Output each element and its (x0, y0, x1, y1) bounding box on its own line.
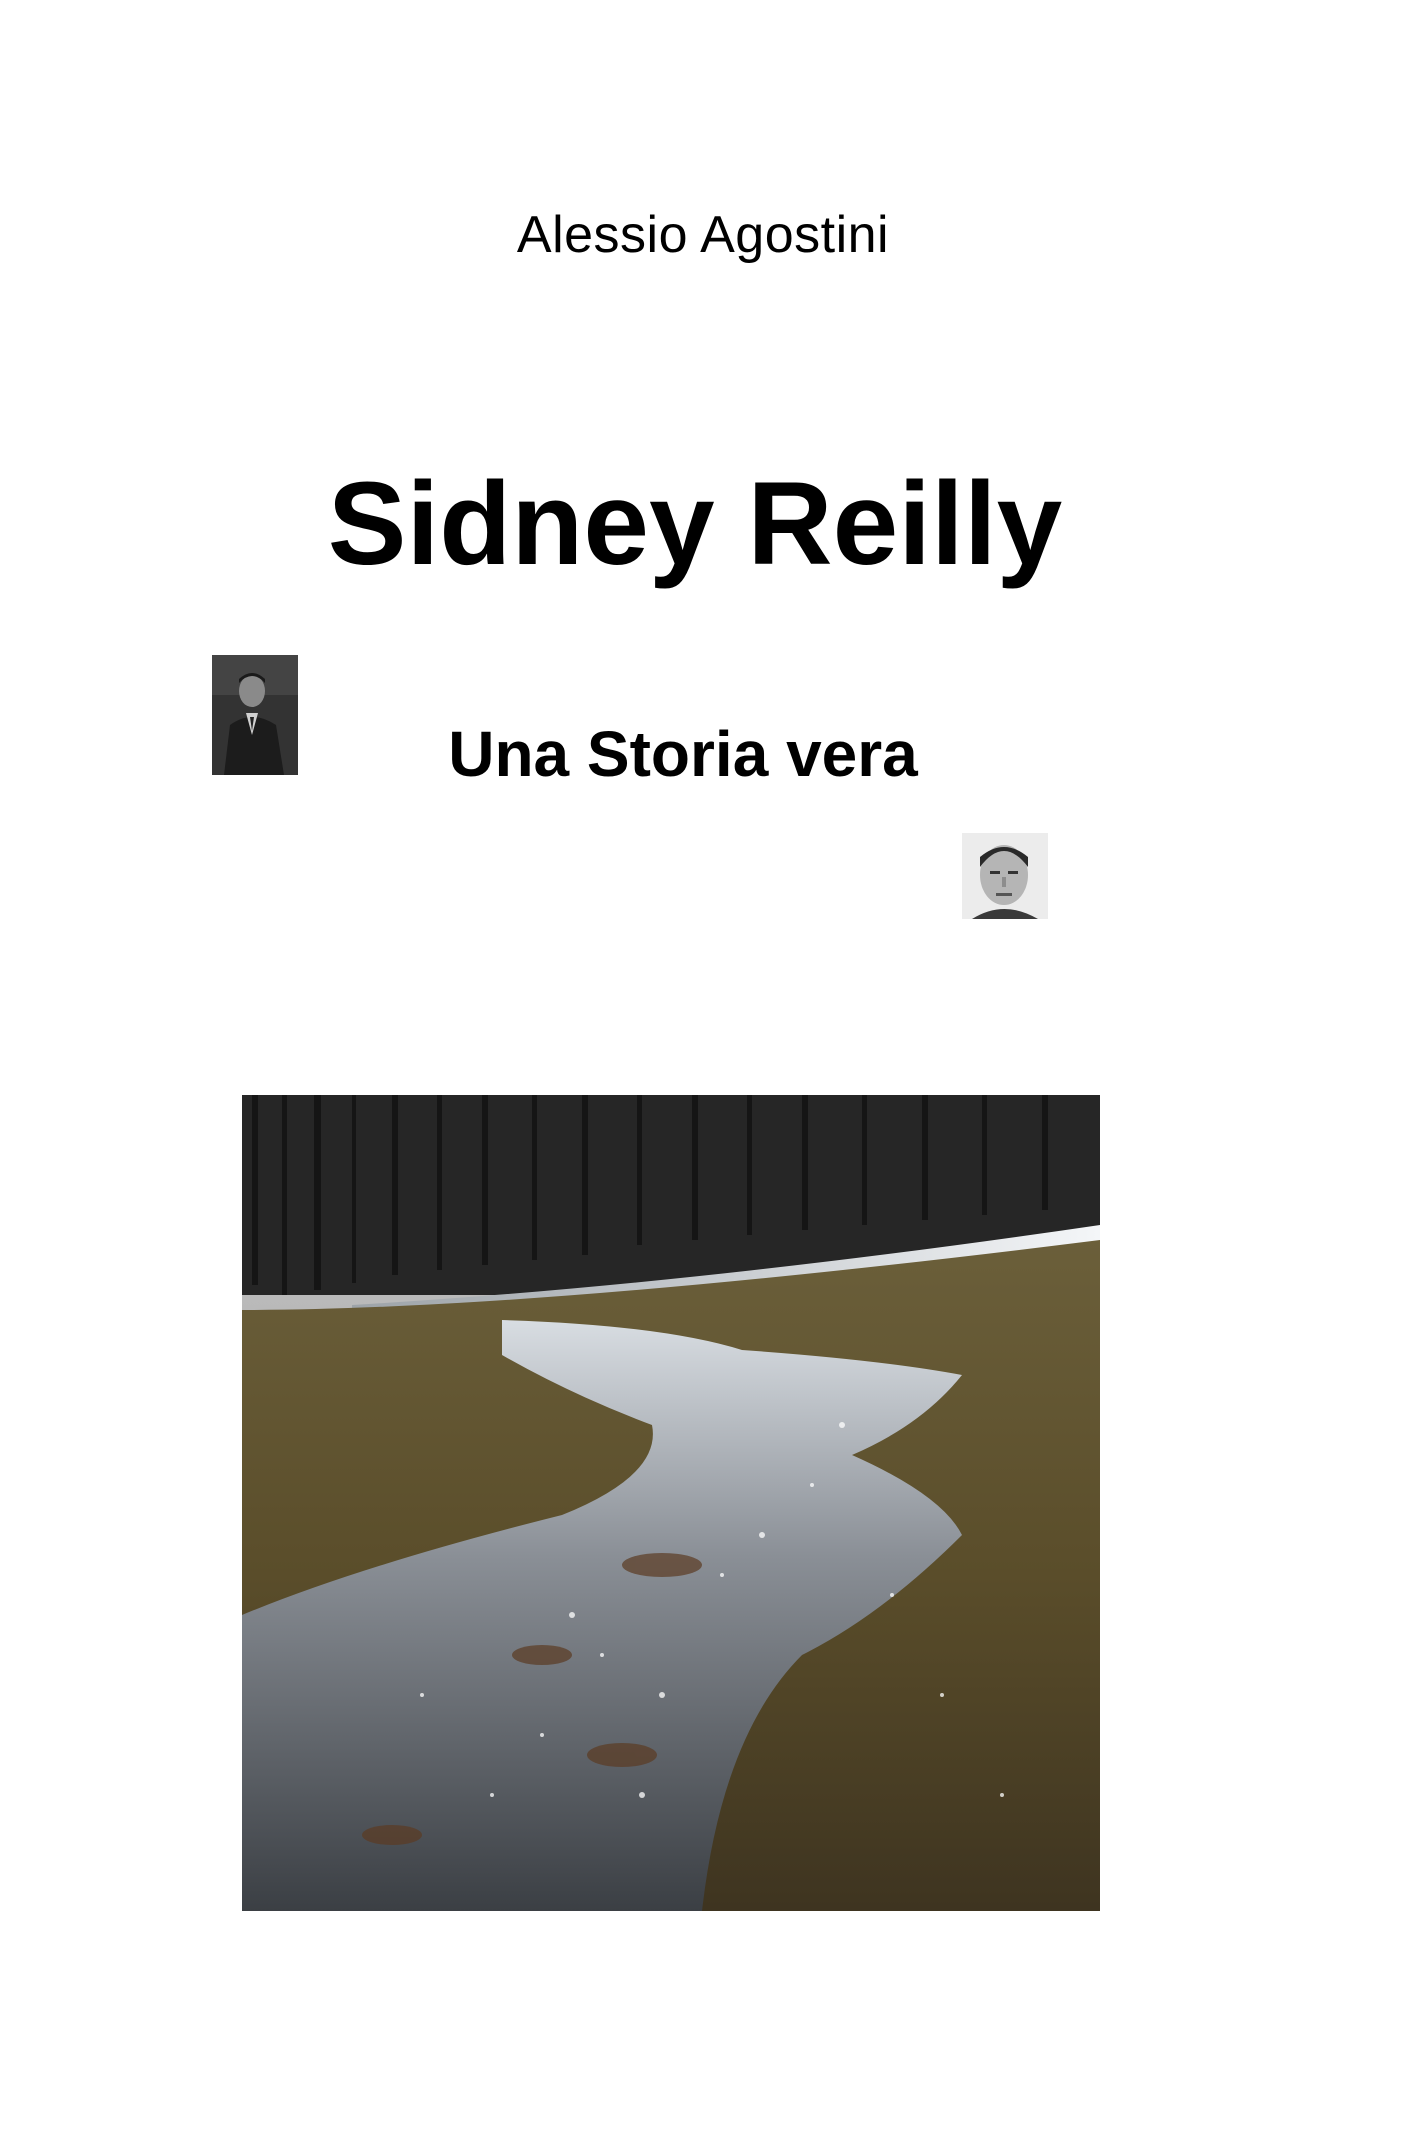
book-title: Sidney Reilly (327, 458, 1063, 590)
book-subtitle: Una Storia vera (448, 718, 918, 790)
author-name: Alessio Agostini (516, 206, 890, 264)
portrait-old-photo (962, 833, 1048, 919)
landscape-stream-photo (242, 1095, 1100, 1911)
